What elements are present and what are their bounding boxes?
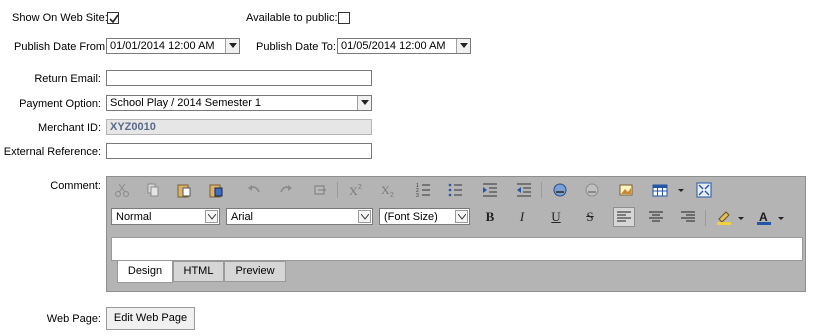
hyperlink-icon[interactable] — [549, 180, 571, 200]
publish-from-label: Publish Date From: — [14, 41, 109, 53]
payment-option-value: School Play / 2014 Semester 1 — [110, 97, 262, 109]
show-on-web-checkbox[interactable] — [107, 12, 119, 24]
svg-text:A: A — [759, 210, 768, 224]
highlight-color-icon[interactable] — [713, 207, 735, 227]
return-email-label: Return Email: — [34, 73, 101, 85]
return-email-field[interactable] — [106, 70, 372, 86]
svg-text:3: 3 — [416, 193, 419, 198]
available-public-label: Available to public: — [246, 12, 338, 24]
edit-web-page-button[interactable]: Edit Web Page — [106, 307, 195, 330]
font-size-dropdown-value: (Font Size) — [384, 211, 438, 223]
paste-icon[interactable] — [173, 180, 195, 200]
tab-preview[interactable]: Preview — [224, 261, 286, 282]
comment-label: Comment: — [50, 180, 101, 192]
align-left-icon — [617, 211, 631, 222]
align-center-icon — [649, 211, 663, 222]
table-dropdown-icon[interactable] — [675, 180, 685, 200]
fullscreen-icon[interactable] — [693, 180, 715, 200]
publish-from-value: 01/01/2014 12:00 AM — [110, 40, 215, 52]
strikethrough-button[interactable]: S — [579, 207, 601, 227]
font-color-dropdown-icon[interactable] — [775, 207, 785, 227]
tab-design[interactable]: Design — [117, 261, 173, 283]
indent-icon[interactable] — [479, 180, 501, 200]
image-icon[interactable] — [615, 180, 637, 200]
copy-icon[interactable] — [141, 180, 163, 200]
chevron-down-icon[interactable] — [205, 210, 218, 223]
align-right-button[interactable] — [677, 207, 699, 227]
publish-to-dropdown[interactable]: 01/05/2014 12:00 AM — [337, 38, 471, 54]
publish-to-value: 01/05/2014 12:00 AM — [341, 40, 446, 52]
numbered-list-icon[interactable]: 123 — [413, 180, 435, 200]
align-center-button[interactable] — [645, 207, 667, 227]
format-stripper-icon[interactable] — [309, 180, 331, 200]
redo-icon[interactable] — [275, 180, 297, 200]
external-reference-input[interactable] — [107, 144, 371, 158]
return-email-input[interactable] — [107, 71, 371, 85]
svg-text:2: 2 — [390, 192, 394, 198]
publish-to-label: Publish Date To: — [256, 41, 336, 53]
font-family-dropdown[interactable]: Arial — [226, 208, 373, 225]
chevron-down-icon[interactable] — [225, 39, 239, 53]
available-public-checkbox[interactable] — [338, 12, 350, 24]
cut-icon[interactable] — [111, 180, 133, 200]
superscript-icon[interactable]: X2 — [345, 180, 367, 200]
underline-button[interactable]: U — [545, 207, 567, 227]
paste-word-icon[interactable] — [205, 180, 227, 200]
bold-button[interactable]: B — [479, 207, 501, 227]
italic-button[interactable]: I — [511, 207, 533, 227]
align-left-button[interactable] — [613, 207, 635, 227]
chevron-down-icon[interactable] — [456, 39, 470, 53]
toolbar-separator — [541, 182, 542, 198]
chevron-down-icon[interactable] — [455, 210, 468, 223]
editor-content-area[interactable] — [111, 237, 803, 261]
chevron-down-icon[interactable] — [357, 96, 371, 110]
publish-from-dropdown[interactable]: 01/01/2014 12:00 AM — [106, 38, 240, 54]
merchant-id-label: Merchant ID: — [38, 122, 101, 134]
toolbar-separator — [705, 210, 706, 226]
table-icon[interactable] — [649, 180, 671, 200]
font-family-dropdown-value: Arial — [231, 211, 254, 223]
external-reference-field[interactable] — [106, 143, 372, 159]
merchant-id-field: XYZ0010 — [106, 119, 372, 135]
highlight-dropdown-icon[interactable] — [735, 207, 745, 227]
format-dropdown[interactable]: Normal — [111, 208, 220, 225]
font-color-icon[interactable]: A — [753, 207, 775, 227]
format-dropdown-value: Normal — [116, 211, 152, 223]
remove-link-icon[interactable] — [581, 180, 603, 200]
align-right-icon — [681, 211, 695, 222]
subscript-icon[interactable]: X2 — [377, 180, 399, 200]
rich-text-editor: X2 X2 123 Normal Arial (Font Size) B I U… — [106, 176, 806, 292]
chevron-down-icon[interactable] — [358, 210, 371, 223]
merchant-id-value: XYZ0010 — [110, 121, 156, 133]
svg-text:2: 2 — [358, 184, 362, 191]
bullet-list-icon[interactable] — [445, 180, 467, 200]
toolbar-separator — [337, 182, 338, 198]
external-reference-label: External Reference: — [3, 146, 101, 158]
svg-text:X: X — [381, 183, 390, 197]
checkmark-icon — [109, 14, 119, 24]
payment-option-label: Payment Option: — [19, 98, 101, 110]
font-size-dropdown[interactable]: (Font Size) — [379, 208, 470, 225]
web-page-label: Web Page: — [46, 313, 101, 325]
outdent-icon[interactable] — [513, 180, 535, 200]
undo-icon[interactable] — [243, 180, 265, 200]
show-on-web-label: Show On Web Site: — [12, 12, 108, 24]
tab-html[interactable]: HTML — [173, 261, 224, 282]
payment-option-dropdown[interactable]: School Play / 2014 Semester 1 — [106, 95, 372, 111]
svg-text:X: X — [349, 184, 358, 198]
